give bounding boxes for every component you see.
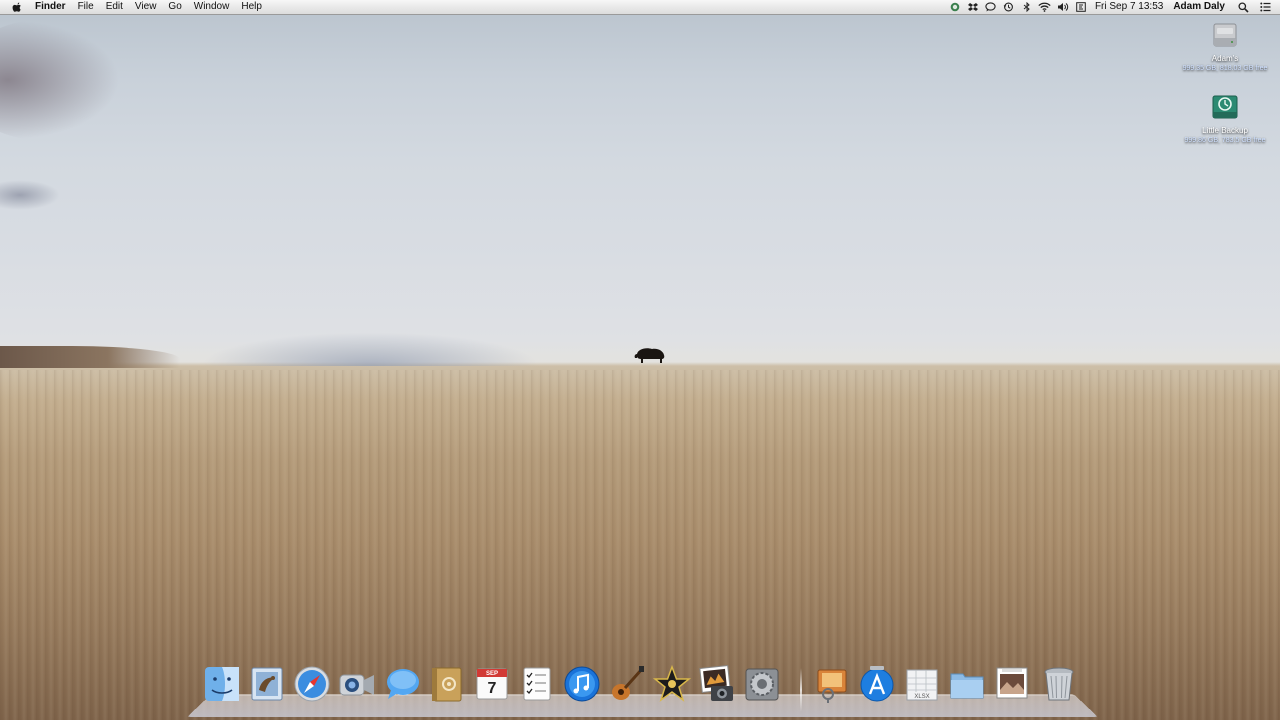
menu-app-finder[interactable]: Finder xyxy=(29,0,72,14)
imovie-icon[interactable] xyxy=(652,664,692,704)
dock-mail[interactable] xyxy=(247,664,287,704)
desktop-drive-adams[interactable]: Adam's 999.35 GB, 818.03 GB free xyxy=(1180,20,1270,73)
dock-photo-stack[interactable] xyxy=(992,664,1032,704)
menu-clock[interactable]: Fri Sep 7 13:53 xyxy=(1090,0,1168,14)
chat-bubble-icon[interactable] xyxy=(984,0,998,14)
menu-user-name[interactable]: Adam Daly xyxy=(1168,0,1230,14)
menu-bar-status-area: Fri Sep 7 13:53 Adam Daly xyxy=(946,0,1280,14)
system-preferences-icon[interactable] xyxy=(742,664,782,704)
dock-facetime[interactable] xyxy=(337,664,377,704)
wallpaper-cloud xyxy=(0,180,60,210)
drive-capacity: 999.86 GB, 783.5 GB free xyxy=(1184,137,1266,144)
bluetooth-icon[interactable] xyxy=(1020,0,1034,14)
dock-ical[interactable]: SEP 7 xyxy=(472,664,512,704)
notification-list-icon[interactable] xyxy=(1258,0,1272,14)
input-menu-icon[interactable] xyxy=(1074,0,1088,14)
dock-app-store[interactable] xyxy=(857,664,897,704)
wallpaper-distant-hill xyxy=(200,332,540,366)
dock-imovie[interactable] xyxy=(652,664,692,704)
dock-xlsx-document[interactable]: XLSX xyxy=(902,664,942,704)
iphoto-icon[interactable] xyxy=(697,664,737,704)
ical-icon[interactable] xyxy=(472,664,512,704)
menu-file[interactable]: File xyxy=(72,0,100,14)
apple-menu-icon[interactable] xyxy=(11,0,23,14)
hard-drive-icon[interactable] xyxy=(1210,20,1240,50)
menu-go[interactable]: Go xyxy=(162,0,187,14)
preview-icon[interactable] xyxy=(812,664,852,704)
dock: SEP 7 XLSX xyxy=(197,664,1087,712)
facetime-icon[interactable] xyxy=(337,664,377,704)
menu-bar: Finder File Edit View Go Window Help Fri… xyxy=(0,0,1280,15)
spotlight-search-icon[interactable] xyxy=(1236,0,1250,14)
volume-icon[interactable] xyxy=(1056,0,1070,14)
drive-name: Adam's xyxy=(1211,54,1239,63)
address-book-icon[interactable] xyxy=(427,664,467,704)
messages-icon[interactable] xyxy=(382,664,422,704)
safari-icon[interactable] xyxy=(292,664,332,704)
mail-icon[interactable] xyxy=(247,664,287,704)
time-machine-icon[interactable] xyxy=(1002,0,1016,14)
desktop-wallpaper xyxy=(0,0,1280,720)
finder-icon[interactable] xyxy=(202,664,242,704)
photo-stack-icon[interactable] xyxy=(992,664,1032,704)
dock-address-book[interactable] xyxy=(427,664,467,704)
dock-preview[interactable] xyxy=(812,664,852,704)
menu-edit[interactable]: Edit xyxy=(100,0,129,14)
dock-folder[interactable] xyxy=(947,664,987,704)
dock-garageband[interactable] xyxy=(607,664,647,704)
app-store-icon[interactable] xyxy=(857,664,897,704)
dock-separator xyxy=(800,668,802,712)
menu-help[interactable]: Help xyxy=(235,0,268,14)
folder-icon[interactable] xyxy=(947,664,987,704)
reminders-icon[interactable] xyxy=(517,664,557,704)
dock-system-preferences[interactable] xyxy=(742,664,782,704)
wallpaper-brush xyxy=(0,346,180,368)
dock-finder[interactable] xyxy=(202,664,242,704)
menu-window[interactable]: Window xyxy=(188,0,236,14)
dock-itunes[interactable] xyxy=(562,664,602,704)
xlsx-document-icon[interactable]: XLSX xyxy=(902,664,942,704)
dropbox-icon[interactable] xyxy=(966,0,980,14)
itunes-icon[interactable] xyxy=(562,664,602,704)
wallpaper-cloud xyxy=(0,20,120,140)
desktop-drive-little-backup[interactable]: Little Backup 999.86 GB, 783.5 GB free xyxy=(1180,92,1270,145)
bison-silhouette xyxy=(634,348,665,363)
trash-icon[interactable] xyxy=(1039,664,1079,704)
dock-trash[interactable] xyxy=(1039,664,1079,704)
menu-view[interactable]: View xyxy=(129,0,163,14)
dock-safari[interactable] xyxy=(292,664,332,704)
dock-iphoto[interactable] xyxy=(697,664,737,704)
drive-name: Little Backup xyxy=(1202,126,1248,135)
drive-capacity: 999.35 GB, 818.03 GB free xyxy=(1182,65,1268,72)
wifi-icon[interactable] xyxy=(1038,0,1052,14)
dock-reminders[interactable] xyxy=(517,664,557,704)
time-machine-drive-icon[interactable] xyxy=(1210,92,1240,122)
garageband-icon[interactable] xyxy=(607,664,647,704)
evernote-icon[interactable] xyxy=(948,0,962,14)
dock-messages[interactable] xyxy=(382,664,422,704)
svg-text:XLSX: XLSX xyxy=(914,694,929,700)
